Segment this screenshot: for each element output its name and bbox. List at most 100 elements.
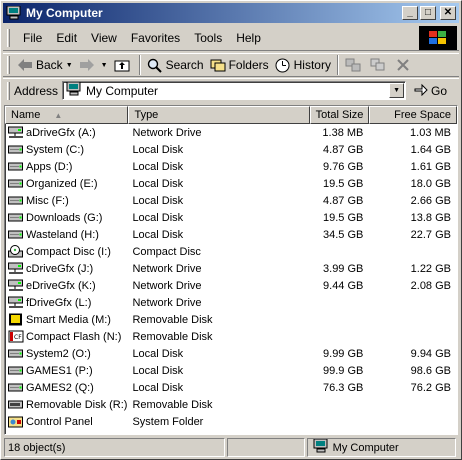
column-header-type[interactable]: Type	[128, 106, 310, 124]
list-item-name-label: Control Panel	[26, 415, 93, 428]
list-item-name-label: Apps (D:)	[26, 160, 73, 173]
search-button[interactable]: Search	[144, 54, 207, 76]
list-item-name-label: Misc (F:)	[26, 194, 69, 207]
status-count-text: 18 object(s)	[8, 441, 66, 454]
folders-button[interactable]: Folders	[207, 54, 272, 76]
list-item-name: eDriveGfx (K:)	[5, 279, 128, 292]
list-item[interactable]: System (C:) Local Disk 4.87 GB 1.64 GB	[5, 141, 457, 158]
forward-dropdown-icon[interactable]: ▼	[101, 62, 108, 69]
search-label: Search	[165, 58, 204, 72]
title-bar[interactable]: My Computer _ □ ✕	[3, 3, 459, 23]
list-item[interactable]: GAMES2 (Q:) Local Disk 76.3 GB 76.2 GB	[5, 379, 457, 396]
status-object-count: 18 object(s)	[4, 438, 225, 457]
close-button[interactable]: ✕	[440, 6, 456, 20]
list-item-free-space: 22.7 GB	[410, 228, 451, 241]
local-disk-icon	[8, 177, 24, 190]
forward-button[interactable]: ▼	[76, 54, 111, 76]
addressbar-grip[interactable]	[7, 81, 10, 100]
sort-ascending-icon: ▲	[54, 110, 63, 120]
list-item-type: Local Disk	[132, 177, 184, 190]
copy-to-button[interactable]	[367, 54, 392, 76]
list-item-free-space: 98.6 GB	[410, 364, 451, 377]
list-item[interactable]: Control Panel System Folder	[5, 413, 457, 430]
list-item-total-size: 34.5 GB	[323, 228, 364, 241]
list-item[interactable]: cDriveGfx (J:) Network Drive 3.99 GB 1.22 G…	[5, 260, 457, 277]
list-item[interactable]: CF Compact Flash (N:) Removable Disk	[5, 328, 457, 345]
list-item[interactable]: Organized (E:) Local Disk 19.5 GB 18.0 GB	[5, 175, 457, 192]
toolbar-separator	[138, 55, 141, 75]
address-dropdown-button[interactable]: ▼	[389, 83, 405, 98]
maximize-button[interactable]: □	[420, 6, 436, 20]
list-item-name-label: Compact Flash (N:)	[26, 330, 122, 343]
delete-button[interactable]	[392, 54, 417, 76]
up-folder-button[interactable]	[111, 54, 136, 76]
list-item-total-size: 4.87 GB	[323, 194, 364, 207]
local-disk-icon	[8, 194, 24, 207]
list-item-name-label: Smart Media (M:)	[26, 313, 111, 326]
column-header-total-size[interactable]: Total Size	[309, 106, 370, 124]
column-header-name[interactable]: Name ▲	[5, 106, 129, 124]
menubar-grip[interactable]	[7, 28, 10, 47]
list-item-name-label: cDriveGfx (J:)	[26, 262, 94, 275]
toolbar-grip[interactable]	[7, 56, 10, 74]
drive-list[interactable]: Name ▲ Type Total Size Free Space aDrive…	[4, 105, 458, 435]
maximize-icon: □	[424, 7, 432, 18]
my-computer-status-icon	[313, 438, 329, 456]
move-to-button[interactable]	[342, 54, 367, 76]
list-item-name: GAMES2 (Q:)	[5, 381, 128, 394]
list-item[interactable]: aDriveGfx (A:) Network Drive 1.38 MB 1.03 M…	[5, 124, 457, 141]
list-item-name-label: System2 (O:)	[26, 347, 91, 360]
list-item-name-label: Removable Disk (R:)	[26, 398, 128, 411]
address-input[interactable]: My Computer ▼	[62, 81, 407, 100]
menu-edit[interactable]: Edit	[49, 31, 84, 45]
back-button[interactable]: Back ▼	[14, 54, 76, 76]
list-item[interactable]: Downloads (G:) Local Disk 19.5 GB 13.8 GB	[5, 209, 457, 226]
window-title: My Computer	[26, 6, 103, 20]
copy-to-icon	[370, 57, 386, 73]
menu-favorites[interactable]: Favorites	[124, 31, 187, 45]
list-item-type: Removable Disk	[132, 330, 213, 343]
menu-view[interactable]: View	[84, 31, 124, 45]
list-item[interactable]: Smart Media (M:) Removable Disk	[5, 311, 457, 328]
minimize-icon: _	[407, 7, 413, 18]
menu-file[interactable]: File	[16, 31, 49, 45]
local-disk-icon	[8, 347, 24, 360]
list-item[interactable]: GAMES1 (P:) Local Disk 99.9 GB 98.6 GB	[5, 362, 457, 379]
my-computer-small-icon	[66, 81, 82, 99]
list-item-name-label: Wasteland (H:)	[26, 228, 99, 241]
list-item-free-space: 76.2 GB	[410, 381, 451, 394]
list-item-name-label: Organized (E:)	[26, 177, 98, 190]
list-item[interactable]: Removable Disk (R:) Removable Disk	[5, 396, 457, 413]
folders-label: Folders	[228, 58, 269, 72]
list-item[interactable]: eDriveGfx (K:) Network Drive 9.44 GB 2.08 G…	[5, 277, 457, 294]
address-value: My Computer	[86, 83, 159, 98]
column-header-free-label: Free Space	[394, 109, 451, 121]
list-item-name: Apps (D:)	[5, 160, 128, 173]
go-label: Go	[431, 83, 448, 98]
column-header-free-space[interactable]: Free Space	[369, 106, 457, 124]
list-item-name: CF Compact Flash (N:)	[5, 330, 128, 343]
back-dropdown-icon[interactable]: ▼	[66, 62, 73, 69]
history-button[interactable]: History	[272, 54, 334, 76]
list-item-type: Removable Disk	[132, 398, 213, 411]
my-computer-icon	[6, 5, 22, 20]
list-item[interactable]: Compact Disc (I:) Compact Disc	[5, 243, 457, 260]
windows-logo-icon	[419, 26, 457, 50]
minimize-button[interactable]: _	[402, 6, 418, 20]
list-item-total-size: 9.99 GB	[323, 347, 364, 360]
list-item[interactable]: Wasteland (H:) Local Disk 34.5 GB 22.7 GB	[5, 226, 457, 243]
list-item-free-space: 1.64 GB	[410, 143, 451, 156]
local-disk-icon	[8, 381, 24, 394]
drive-rows: aDriveGfx (A:) Network Drive 1.38 MB 1.03 M…	[5, 124, 457, 430]
list-item[interactable]: fDriveGfx (L:) Network Drive	[5, 294, 457, 311]
delete-icon	[395, 57, 411, 73]
smart-media-icon	[8, 313, 24, 326]
list-item[interactable]: System2 (O:) Local Disk 9.99 GB 9.94 GB	[5, 345, 457, 362]
svg-text:CF: CF	[14, 334, 22, 341]
menu-tools[interactable]: Tools	[187, 31, 229, 45]
go-button[interactable]: Go	[414, 82, 447, 99]
menu-help[interactable]: Help	[229, 31, 268, 45]
list-item[interactable]: Misc (F:) Local Disk 4.87 GB 2.66 GB	[5, 192, 457, 209]
list-item-name: cDriveGfx (J:)	[5, 262, 128, 275]
list-item[interactable]: Apps (D:) Local Disk 9.76 GB 1.61 GB	[5, 158, 457, 175]
